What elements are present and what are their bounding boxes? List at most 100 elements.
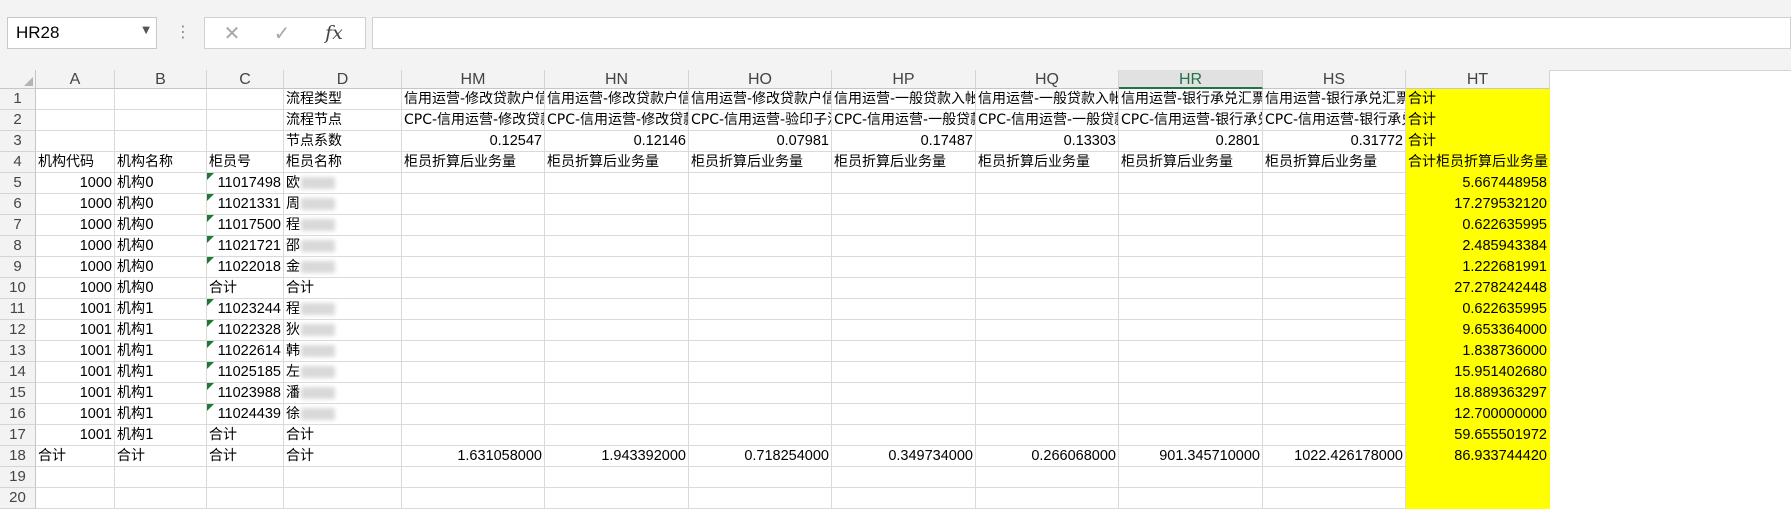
cell-ho20[interactable] [689,488,832,509]
cell-hs1[interactable]: 信用运营-银行承兑汇票 [1263,89,1406,110]
cell-hs12[interactable] [1263,320,1406,341]
cell-ht9[interactable]: 1.222681991 [1406,257,1550,278]
cell-a8[interactable]: 1000 [36,236,115,257]
cell-c7[interactable]: 11017500 [207,215,284,236]
enter-icon[interactable]: ✓ [267,21,297,45]
cell-ho3[interactable]: 0.07981 [689,131,832,152]
cell-hq10[interactable] [976,278,1119,299]
column-header-hs[interactable]: HS [1263,70,1406,89]
cell-d14[interactable]: 左 [284,362,402,383]
cell-hq14[interactable] [976,362,1119,383]
cell-hm18[interactable]: 1.631058000 [402,446,545,467]
column-header-a[interactable]: A [36,70,115,89]
cell-b4[interactable]: 机构名称 [115,152,207,173]
cell-hs18[interactable]: 1022.426178000 [1263,446,1406,467]
cell-b13[interactable]: 机构1 [115,341,207,362]
cell-hs6[interactable] [1263,194,1406,215]
cell-ho5[interactable] [689,173,832,194]
column-header-hn[interactable]: HN [545,70,689,89]
column-header-hr[interactable]: HR [1119,70,1263,89]
cell-hn4[interactable]: 柜员折算后业务量 [545,152,689,173]
cell-d17[interactable]: 合计 [284,425,402,446]
row-header-5[interactable]: 5 [0,173,36,194]
cell-d1[interactable]: 流程类型 [284,89,402,110]
row-header-20[interactable]: 20 [0,488,36,509]
cell-a20[interactable] [36,488,115,509]
row-header-3[interactable]: 3 [0,131,36,152]
cell-hm3[interactable]: 0.12547 [402,131,545,152]
cell-hs7[interactable] [1263,215,1406,236]
cell-hs2[interactable]: CPC-信用运营-银行承兑 [1263,110,1406,131]
cell-hq7[interactable] [976,215,1119,236]
cell-hm13[interactable] [402,341,545,362]
cell-a5[interactable]: 1000 [36,173,115,194]
column-header-hp[interactable]: HP [832,70,976,89]
cell-hm11[interactable] [402,299,545,320]
cell-hs3[interactable]: 0.31772 [1263,131,1406,152]
cell-hn5[interactable] [545,173,689,194]
cell-c12[interactable]: 11022328 [207,320,284,341]
cell-d6[interactable]: 周 [284,194,402,215]
more-options-icon[interactable]: ⋮ [175,22,191,41]
cell-a10[interactable]: 1000 [36,278,115,299]
cell-b3[interactable] [115,131,207,152]
cell-hs15[interactable] [1263,383,1406,404]
cell-d8[interactable]: 邵 [284,236,402,257]
cell-ho15[interactable] [689,383,832,404]
cell-hn11[interactable] [545,299,689,320]
column-header-b[interactable]: B [115,70,207,89]
cell-a1[interactable] [36,89,115,110]
cell-hr3[interactable]: 0.2801 [1119,131,1263,152]
cell-ho18[interactable]: 0.718254000 [689,446,832,467]
cell-hs13[interactable] [1263,341,1406,362]
cell-a18[interactable]: 合计 [36,446,115,467]
cell-ht8[interactable]: 2.485943384 [1406,236,1550,257]
row-header-17[interactable]: 17 [0,425,36,446]
cell-ht16[interactable]: 12.700000000 [1406,404,1550,425]
cell-d12[interactable]: 狄 [284,320,402,341]
cell-hn8[interactable] [545,236,689,257]
cell-hs10[interactable] [1263,278,1406,299]
cell-hp6[interactable] [832,194,976,215]
cell-b17[interactable]: 机构1 [115,425,207,446]
cell-hr20[interactable] [1119,488,1263,509]
chevron-down-icon[interactable]: ▼ [142,25,150,36]
cell-b6[interactable]: 机构0 [115,194,207,215]
column-header-ht[interactable]: HT [1406,70,1550,89]
cell-a11[interactable]: 1001 [36,299,115,320]
cell-hr4[interactable]: 柜员折算后业务量 [1119,152,1263,173]
cell-ht18[interactable]: 86.933744420 [1406,446,1550,467]
cell-hp12[interactable] [832,320,976,341]
cell-hq20[interactable] [976,488,1119,509]
cell-hn15[interactable] [545,383,689,404]
cell-b20[interactable] [115,488,207,509]
cell-hr18[interactable]: 901.345710000 [1119,446,1263,467]
cell-c9[interactable]: 11022018 [207,257,284,278]
cell-hs4[interactable]: 柜员折算后业务量 [1263,152,1406,173]
cell-hs14[interactable] [1263,362,1406,383]
column-header-c[interactable]: C [207,70,284,89]
row-header-18[interactable]: 18 [0,446,36,467]
row-header-4[interactable]: 4 [0,152,36,173]
row-header-13[interactable]: 13 [0,341,36,362]
cell-a14[interactable]: 1001 [36,362,115,383]
cell-hs16[interactable] [1263,404,1406,425]
row-header-10[interactable]: 10 [0,278,36,299]
cell-hq19[interactable] [976,467,1119,488]
cell-ho17[interactable] [689,425,832,446]
cell-hr19[interactable] [1119,467,1263,488]
cell-hn18[interactable]: 1.943392000 [545,446,689,467]
cell-hr11[interactable] [1119,299,1263,320]
cell-a16[interactable]: 1001 [36,404,115,425]
cell-hp8[interactable] [832,236,976,257]
cell-hr1[interactable]: 信用运营-银行承兑汇票 [1119,89,1263,110]
cell-b1[interactable] [115,89,207,110]
cell-d2[interactable]: 流程节点 [284,110,402,131]
cell-hp11[interactable] [832,299,976,320]
cell-d9[interactable]: 金 [284,257,402,278]
cell-hm17[interactable] [402,425,545,446]
cell-ht4[interactable]: 合计柜员折算后业务量 [1406,152,1550,173]
cell-hp1[interactable]: 信用运营-一般贷款入帐 [832,89,976,110]
cell-d7[interactable]: 程 [284,215,402,236]
cell-hr8[interactable] [1119,236,1263,257]
